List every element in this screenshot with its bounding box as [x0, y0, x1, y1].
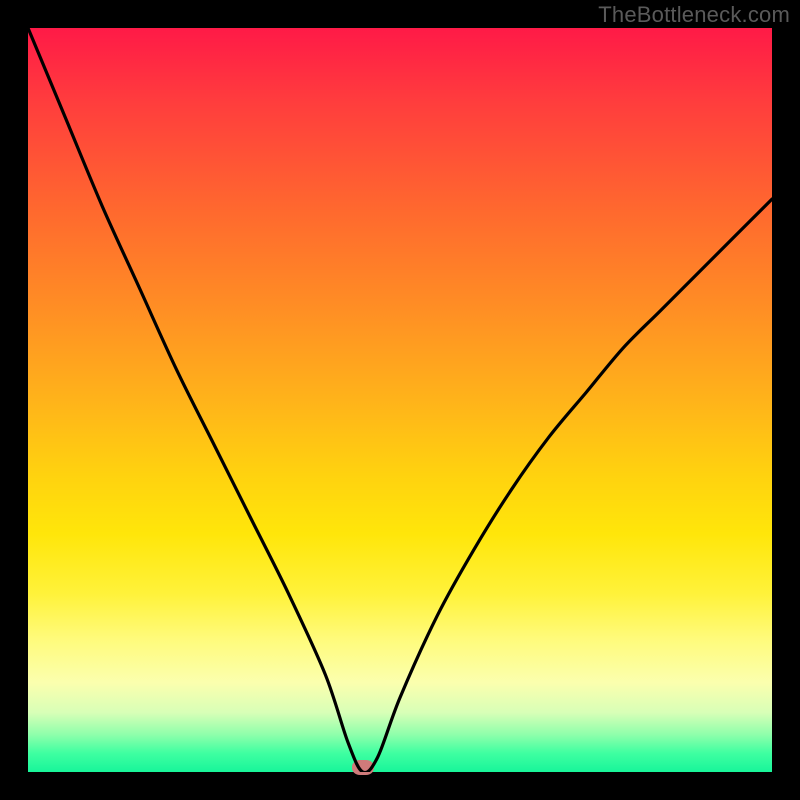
- curve-svg: [28, 28, 772, 772]
- plot-area: [28, 28, 772, 772]
- bottleneck-curve: [28, 28, 772, 772]
- watermark-text: TheBottleneck.com: [598, 2, 790, 28]
- chart-frame: TheBottleneck.com: [0, 0, 800, 800]
